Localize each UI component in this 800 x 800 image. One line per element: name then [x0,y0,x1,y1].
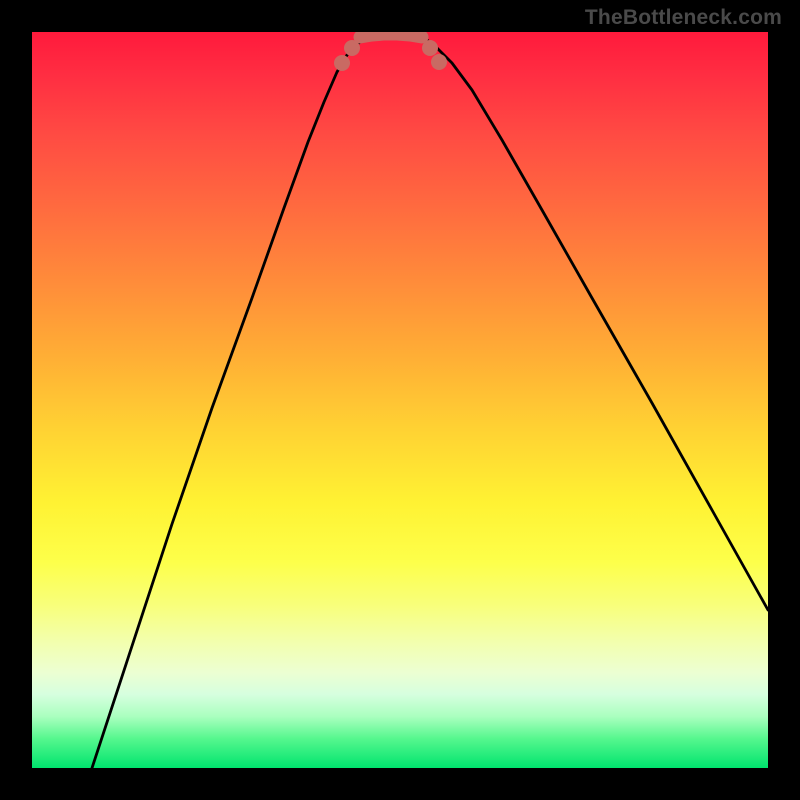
chart-frame: TheBottleneck.com [0,0,800,800]
valley-marker-dots [334,40,447,71]
valley-floor-markers [360,34,422,37]
watermark-text: TheBottleneck.com [585,6,782,30]
bottleneck-curve-svg [32,32,768,768]
plot-area [32,32,768,768]
bottleneck-curve [92,32,768,768]
